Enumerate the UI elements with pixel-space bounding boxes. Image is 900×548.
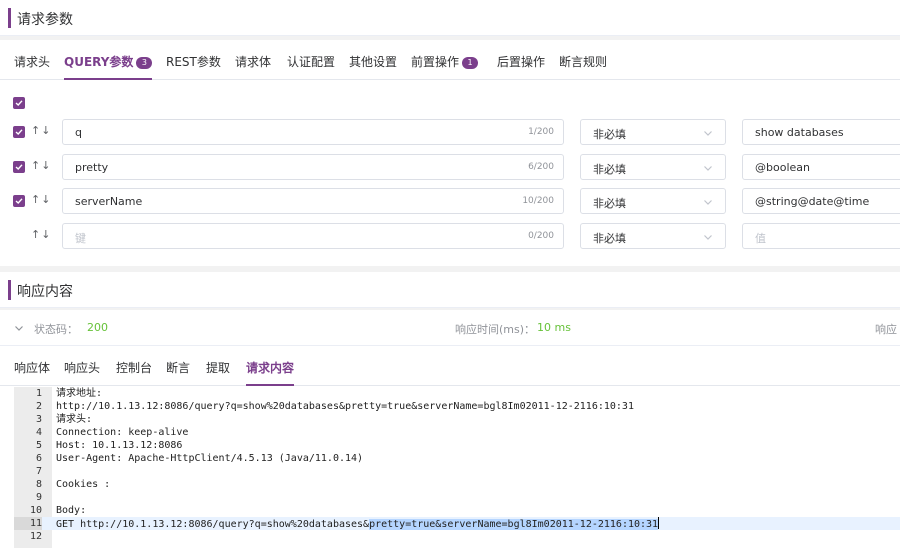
- tab-response-body[interactable]: 响应体: [14, 346, 50, 386]
- param-value-input[interactable]: @boolean: [742, 154, 900, 180]
- required-select[interactable]: 非必填: [580, 223, 726, 249]
- tab-rest-params[interactable]: REST参数: [166, 40, 221, 80]
- check-icon: [15, 129, 23, 135]
- sort-arrows-icon[interactable]: ↑↓: [31, 159, 51, 172]
- tab-auth-config[interactable]: 认证配置: [287, 40, 335, 80]
- query-count-badge: 3: [136, 57, 153, 69]
- code-line: 4 Connection: keep-alive: [35, 427, 189, 438]
- tab-assertions[interactable]: 断言: [166, 346, 190, 386]
- param-key-input[interactable]: 键 0/200: [62, 223, 564, 249]
- chevron-down-icon[interactable]: [14, 323, 24, 333]
- response-panel: 状态码： 200 响应时间(ms)： 10 ms 响应 响应体 响应头 控制台 …: [0, 310, 900, 548]
- tab-query-params[interactable]: QUERY参数 3: [64, 40, 153, 80]
- request-params-header: 请求参数: [0, 0, 900, 36]
- code-line: 7: [35, 466, 42, 477]
- check-icon: [15, 164, 23, 170]
- request-tabs: 请求头 QUERY参数 3 REST参数 请求体 认证配置 其他设置 前置操作 1 …: [0, 40, 900, 80]
- chevron-down-icon: [704, 131, 712, 136]
- param-key-input[interactable]: serverName 10/200: [62, 188, 564, 214]
- check-icon: [15, 100, 23, 106]
- text-cursor: [658, 517, 660, 529]
- sort-arrows-icon[interactable]: ↑↓: [31, 193, 51, 206]
- tab-assertions[interactable]: 断言规则: [559, 40, 607, 80]
- code-line: 6 User-Agent: Apache-HttpClient/4.5.13 (J…: [35, 453, 364, 464]
- param-value-input[interactable]: show databases: [742, 119, 900, 145]
- code-line: 1 请求地址:: [35, 388, 103, 399]
- tab-response-headers[interactable]: 响应头: [64, 346, 100, 386]
- pre-actions-badge: 1: [462, 57, 479, 69]
- select-all-checkbox[interactable]: [13, 97, 25, 109]
- code-line: 8 Cookies :: [35, 479, 111, 490]
- status-code-value: 200: [87, 321, 108, 334]
- chevron-down-icon: [704, 235, 712, 240]
- request-params-title: 请求参数: [17, 12, 73, 28]
- section-accent-bar: [8, 8, 11, 28]
- sort-arrows-icon[interactable]: ↑↓: [31, 124, 51, 137]
- param-value-input[interactable]: 值: [742, 223, 900, 249]
- row-checkbox[interactable]: [13, 126, 25, 138]
- request-params-panel: 请求头 QUERY参数 3 REST参数 请求体 认证配置 其他设置 前置操作 1 …: [0, 40, 900, 266]
- code-line: 9: [35, 492, 42, 503]
- code-line: 10 Body:: [29, 505, 87, 516]
- text-selection: pretty=true&serverName=bgl8Im02011-12-21…: [369, 519, 659, 530]
- response-time-label: 响应时间(ms)：: [455, 323, 536, 336]
- tab-post-actions[interactable]: 后置操作: [497, 40, 545, 80]
- required-select[interactable]: 非必填: [580, 154, 726, 180]
- code-line: 12: [29, 531, 42, 542]
- response-time-value: 10 ms: [537, 321, 571, 334]
- code-line: 3 请求头:: [35, 414, 93, 425]
- tab-request-content[interactable]: 请求内容: [246, 346, 295, 386]
- code-line: 5 Host: 10.1.13.12:8086: [35, 440, 183, 451]
- tab-console[interactable]: 控制台: [116, 346, 152, 386]
- code-line: 2 http://10.1.13.12:8086/query?q=show%20d…: [35, 401, 634, 412]
- code-line-current: 11 GET http://10.1.13.12:8086/query?q=sho…: [14, 517, 900, 530]
- tab-other-settings[interactable]: 其他设置: [349, 40, 397, 80]
- response-tabs: 响应体 响应头 控制台 断言 提取 请求内容: [0, 346, 900, 386]
- tab-pre-actions[interactable]: 前置操作 1: [411, 40, 479, 80]
- chevron-down-icon: [704, 166, 712, 171]
- status-code-label: 状态码：: [34, 323, 78, 336]
- param-key-input[interactable]: q 1/200: [62, 119, 564, 145]
- response-status-row[interactable]: 状态码： 200 响应时间(ms)： 10 ms 响应: [0, 310, 900, 346]
- required-select[interactable]: 非必填: [580, 188, 726, 214]
- tab-headers[interactable]: 请求头: [14, 40, 50, 80]
- tab-extract[interactable]: 提取: [206, 346, 230, 386]
- section-accent-bar: [8, 280, 11, 300]
- param-key-input[interactable]: pretty 6/200: [62, 154, 564, 180]
- request-content-editor[interactable]: 1 请求地址: 2 http://10.1.13.12:8086/query?q=s…: [14, 387, 900, 548]
- row-checkbox[interactable]: [13, 161, 25, 173]
- response-size-label: 响应: [875, 323, 897, 336]
- tab-request-body[interactable]: 请求体: [235, 40, 271, 80]
- required-select[interactable]: 非必填: [580, 119, 726, 145]
- row-checkbox[interactable]: [13, 195, 25, 207]
- response-content-header: 响应内容: [0, 272, 900, 308]
- check-icon: [15, 198, 23, 204]
- param-value-input[interactable]: @string@date@time: [742, 188, 900, 214]
- chevron-down-icon: [704, 200, 712, 205]
- sort-arrows-icon[interactable]: ↑↓: [31, 228, 51, 241]
- response-content-title: 响应内容: [17, 284, 73, 300]
